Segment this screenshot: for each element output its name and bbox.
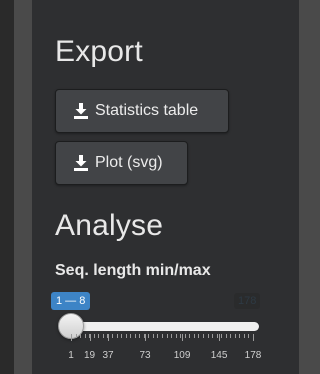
slider-minor-tick: [134, 334, 136, 338]
seq-length-slider-label: Seq. length min/max: [55, 262, 211, 279]
slider-minor-tick: [84, 334, 86, 338]
slider-tick-label: 145: [210, 350, 228, 361]
slider-track[interactable]: [63, 322, 259, 331]
slider-minor-tick: [152, 334, 154, 338]
slider-major-tick: [145, 334, 147, 341]
slider-minor-tick: [225, 334, 227, 338]
slider-minor-tick: [130, 334, 132, 338]
slider-tick-label: 1: [68, 350, 74, 361]
slider-minor-tick: [230, 334, 232, 338]
button-label: Plot (svg): [95, 154, 163, 171]
slider-minor-tick: [212, 334, 214, 338]
slider-minor-tick: [248, 334, 250, 338]
slider-minor-tick: [234, 334, 236, 338]
slider-minor-tick: [243, 334, 245, 338]
slider-minor-tick: [207, 334, 209, 338]
slider-minor-tick: [166, 334, 168, 338]
analyse-heading: Analyse: [55, 209, 164, 242]
slider-minor-tick: [189, 334, 191, 338]
button-label: Statistics table: [95, 102, 199, 119]
window-edge: [0, 0, 14, 374]
slider-minor-tick: [116, 334, 118, 338]
slider-major-tick: [253, 334, 254, 341]
slider-tick-label: 178: [244, 350, 262, 361]
slider-minor-tick: [98, 334, 100, 338]
slider-major-tick: [71, 334, 72, 341]
slider-minor-tick: [102, 334, 104, 338]
download-icon: [73, 155, 89, 171]
slider-minor-tick: [239, 334, 241, 338]
slider-minor-tick: [221, 334, 223, 338]
slider-minor-tick: [121, 334, 123, 338]
slider-tick-label: 109: [173, 350, 191, 361]
slider-max-badge: 178: [234, 293, 261, 309]
slider-minor-tick: [75, 334, 77, 338]
download-plot-svg-button[interactable]: Plot (svg): [55, 141, 188, 185]
slider-range-badge: 1 — 8: [51, 292, 91, 310]
slider-minor-tick: [139, 334, 141, 338]
slider-tick-label: 37: [102, 350, 114, 361]
slider-minor-tick: [111, 334, 113, 338]
slider-minor-tick: [162, 334, 163, 338]
export-heading: Export: [55, 35, 143, 68]
slider-minor-tick: [171, 334, 173, 338]
slider-minor-tick: [80, 334, 82, 338]
download-icon: [73, 103, 89, 119]
slider-minor-tick: [184, 334, 186, 338]
slider-tick-label: 73: [139, 350, 151, 361]
slider-minor-tick: [148, 334, 150, 338]
slider-tick-label: 19: [83, 350, 96, 361]
slider-minor-tick: [125, 334, 127, 338]
slider-minor-tick: [157, 334, 159, 338]
slider-minor-tick: [193, 334, 195, 338]
slider-minor-tick: [202, 334, 204, 338]
download-statistics-table-button[interactable]: Statistics table: [55, 89, 229, 133]
slider-minor-tick: [216, 334, 218, 338]
slider-minor-tick: [180, 334, 182, 338]
slider-major-tick: [219, 334, 221, 341]
slider-major-tick: [108, 334, 110, 341]
slider-minor-tick: [93, 334, 95, 338]
slider-ticks: [0, 334, 299, 348]
slider-major-tick: [182, 334, 184, 341]
slider-major-tick: [89, 334, 91, 341]
slider-minor-tick: [175, 334, 177, 338]
slider-minor-tick: [198, 334, 200, 338]
